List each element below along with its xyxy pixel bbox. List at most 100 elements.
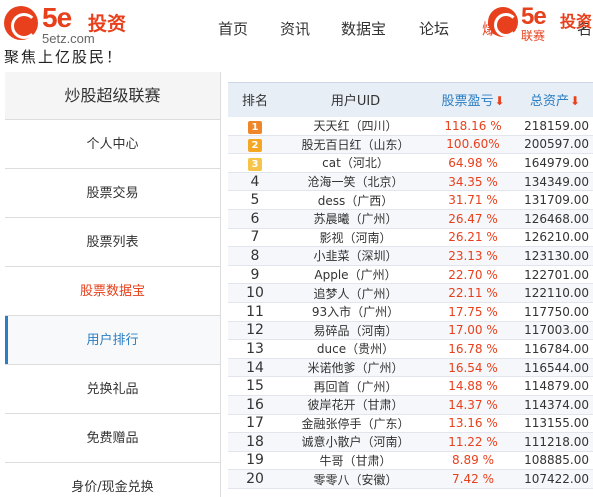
rank-cell: 3 [228,153,282,173]
sidebar-item-free-gifts[interactable]: 免费赠品 [5,414,220,463]
user-cell[interactable]: 零零八（安徽） [282,469,429,489]
col-header-assets[interactable]: 总资产⬇ [517,82,593,117]
rank-cell: 9 [228,265,282,285]
assets-cell: 113155.00 [517,414,593,434]
table-row[interactable]: 12 易碎品（河南） 17.00 % 117003.00 [228,321,593,341]
user-cell[interactable]: 彼岸花开（甘肃） [282,395,429,415]
assets-cell: 122110.00 [517,283,593,303]
table-row[interactable]: 2 股无百日红（山东） 100.60% 200597.00 [228,135,593,155]
rank-cell: 13 [228,339,282,359]
user-cell[interactable]: 易碎品（河南） [282,321,429,341]
nav-news[interactable]: 资讯 [280,18,310,39]
nav-home[interactable]: 首页 [218,18,248,39]
table-row[interactable]: 13 duce（贵州） 16.78 % 116784.00 [228,339,593,359]
table-row[interactable]: 8 小韭菜（深圳） 23.13 % 123130.00 [228,246,593,266]
col-header-user: 用户UID [282,82,429,117]
rank-cell: 10 [228,283,282,303]
site-logo[interactable]: 5e 投资 5etz.com [4,2,154,46]
table-row[interactable]: 7 影视（河南） 26.21 % 126210.00 [228,228,593,248]
col-header-profit[interactable]: 股票盈亏⬇ [429,82,517,117]
table-row[interactable]: 14 米诺他爹（广州） 16.54 % 116544.00 [228,358,593,378]
assets-cell: 117750.00 [517,302,593,322]
profit-cell: 13.16 % [429,414,517,434]
sidebar-item-stock-trading[interactable]: 股票交易 [5,169,220,218]
rank-cell: 2 [228,135,282,155]
assets-cell: 114374.00 [517,395,593,415]
profit-cell: 16.78 % [429,339,517,359]
user-cell[interactable]: Apple（广州） [282,265,429,285]
rank-cell: 6 [228,209,282,229]
assets-cell: 126468.00 [517,209,593,229]
assets-cell: 218159.00 [517,116,593,136]
user-cell[interactable]: 再回首（广州） [282,376,429,396]
assets-cell: 131709.00 [517,190,593,210]
user-cell[interactable]: dess（广西） [282,190,429,210]
rank-cell: 18 [228,432,282,452]
table-row[interactable]: 16 彼岸花开（甘肃） 14.37 % 114374.00 [228,395,593,415]
profit-cell: 7.42 % [429,469,517,489]
assets-cell: 164979.00 [517,153,593,173]
user-cell[interactable]: 苏晨曦（广州） [282,209,429,229]
profit-cell: 17.75 % [429,302,517,322]
table-row[interactable]: 17 金融张停手（广东） 13.16 % 113155.00 [228,414,593,434]
nav-forum[interactable]: 论坛 [419,18,449,39]
sidebar-item-user-ranking[interactable]: 用户排行 [5,316,220,365]
table-row[interactable]: 4 沧海一笑（北京） 34.35 % 134349.00 [228,172,593,192]
table-row[interactable]: 1 天天红（四川） 118.16 % 218159.00 [228,116,593,136]
user-cell[interactable]: 影视（河南） [282,228,429,248]
sort-down-icon[interactable]: ⬇ [570,94,580,108]
profit-cell: 31.71 % [429,190,517,210]
sidebar-item-personal-center[interactable]: 个人中心 [5,120,220,169]
rank-cell: 19 [228,451,282,471]
assets-cell: 114879.00 [517,376,593,396]
sidebar-item-cash-exchange[interactable]: 身价/现金兑换 [5,463,220,497]
ranking-table-wrap: 排名 用户UID 股票盈亏⬇ 总资产⬇ 1 天天红（四川） 118.16 % 2181… [228,82,593,489]
logo-5e-text: 5e [42,2,72,33]
sidebar-item-stock-data[interactable]: 股票数据宝 [5,267,220,316]
site-header: 5e 投资 5etz.com 聚焦上亿股民！ 首页 资讯 数据宝 论坛 爆 名 … [0,0,593,70]
table-row[interactable]: 15 再回首（广州） 14.88 % 114879.00 [228,376,593,396]
table-row[interactable]: 19 牛哥（甘肃） 8.89 % 108885.00 [228,451,593,471]
rank-cell: 7 [228,228,282,248]
profit-cell: 118.16 % [429,116,517,136]
user-cell[interactable]: 沧海一笑（北京） [282,172,429,192]
user-cell[interactable]: 米诺他爹（广州） [282,358,429,378]
table-row[interactable]: 10 追梦人（广州） 22.11 % 122110.00 [228,283,593,303]
table-row[interactable]: 5 dess（广西） 31.71 % 131709.00 [228,190,593,210]
table-row[interactable]: 9 Apple（广州） 22.70 % 122701.00 [228,265,593,285]
league-logo-sub-text: 联赛 [521,29,546,43]
table-row[interactable]: 18 诚意小散户（河南） 11.22 % 111218.00 [228,432,593,452]
assets-cell: 123130.00 [517,246,593,266]
user-cell[interactable]: 诚意小散户（河南） [282,432,429,452]
logo-mark-icon [4,6,38,40]
profit-cell: 23.13 % [429,246,517,266]
assets-cell: 111218.00 [517,432,593,452]
logo-url-text: 5etz.com [42,31,95,46]
user-cell[interactable]: 股无百日红（山东） [282,135,429,155]
user-cell[interactable]: 天天红（四川） [282,116,429,136]
sidebar-item-stock-list[interactable]: 股票列表 [5,218,220,267]
user-cell[interactable]: duce（贵州） [282,339,429,359]
league-logo[interactable]: 5e 投资 联赛 [488,4,593,44]
assets-cell: 107422.00 [517,469,593,489]
table-row[interactable]: 11 93入市（广州） 17.75 % 117750.00 [228,302,593,322]
rank-medal-icon: 1 [248,120,262,134]
user-cell[interactable]: 93入市（广州） [282,302,429,322]
col-header-rank: 排名 [228,82,282,117]
sort-down-icon[interactable]: ⬇ [494,94,504,108]
table-row[interactable]: 20 零零八（安徽） 7.42 % 107422.00 [228,469,593,489]
user-cell[interactable]: 牛哥（甘肃） [282,451,429,471]
rank-cell: 5 [228,190,282,210]
user-cell[interactable]: 小韭菜（深圳） [282,246,429,266]
table-row[interactable]: 3 cat（河北） 64.98 % 164979.00 [228,153,593,173]
user-cell[interactable]: 金融张停手（广东） [282,414,429,434]
rank-cell: 15 [228,376,282,396]
assets-cell: 126210.00 [517,228,593,248]
user-cell[interactable]: 追梦人（广州） [282,283,429,303]
league-logo-cn-text: 投资 [560,12,593,31]
nav-data[interactable]: 数据宝 [341,18,386,39]
sidebar-item-exchange-gifts[interactable]: 兑换礼品 [5,365,220,414]
profit-cell: 26.21 % [429,228,517,248]
table-row[interactable]: 6 苏晨曦（广州） 26.47 % 126468.00 [228,209,593,229]
user-cell[interactable]: cat（河北） [282,153,429,173]
